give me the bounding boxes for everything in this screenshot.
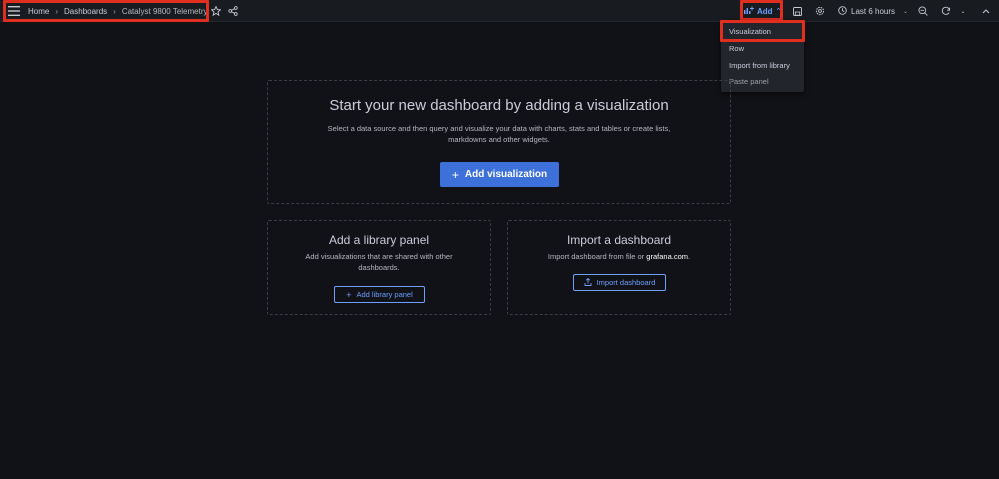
breadcrumb: Home › Dashboards › Catalyst 9800 Teleme… bbox=[28, 0, 208, 22]
breadcrumb-current: Catalyst 9800 Telemetry bbox=[121, 6, 208, 16]
add-library-panel-label: Add library panel bbox=[356, 290, 413, 299]
chevron-right-icon: › bbox=[113, 6, 116, 16]
add-dropdown-menu: Visualization Row Import from library Pa… bbox=[721, 20, 804, 92]
add-button[interactable]: Add ⌃ bbox=[744, 4, 782, 18]
zoom-out-icon[interactable] bbox=[916, 4, 930, 18]
chevron-down-icon: ⌄ bbox=[903, 8, 909, 15]
breadcrumb-home[interactable]: Home bbox=[28, 7, 49, 16]
plus-icon: + bbox=[346, 289, 352, 300]
refresh-interval-chevron-icon[interactable]: ⌄ bbox=[957, 4, 969, 18]
import-dashboard-description: Import dashboard from file or grafana.co… bbox=[547, 252, 691, 261]
grafana-link[interactable]: grafana.com bbox=[646, 252, 688, 261]
empty-dashboard-title: Start your new dashboard by adding a vis… bbox=[329, 97, 669, 114]
time-range-picker[interactable]: Last 6 hours ⌄ bbox=[838, 4, 908, 18]
chevron-right-icon: › bbox=[55, 6, 59, 16]
settings-icon[interactable] bbox=[813, 4, 827, 18]
library-panel-card: Add a library panel Add visualizations t… bbox=[267, 220, 491, 315]
library-panel-description: Add visualizations that are shared with … bbox=[305, 252, 453, 272]
save-icon[interactable] bbox=[790, 4, 804, 18]
menu-item-row[interactable]: Row bbox=[721, 40, 804, 56]
chevron-up-icon: ⌃ bbox=[775, 8, 782, 15]
star-icon[interactable] bbox=[209, 4, 223, 18]
menu-item-import-from-library[interactable]: Import from library bbox=[721, 57, 804, 73]
menu-item-visualization[interactable]: Visualization bbox=[721, 23, 804, 39]
time-range-label: Last 6 hours bbox=[851, 6, 896, 16]
upload-icon bbox=[584, 277, 592, 288]
library-panel-title: Add a library panel bbox=[328, 233, 430, 247]
top-navbar: Home › Dashboards › Catalyst 9800 Teleme… bbox=[0, 0, 999, 22]
import-dashboard-title: Import a dashboard bbox=[566, 233, 672, 247]
clock-icon bbox=[838, 5, 847, 17]
add-library-panel-button[interactable]: + Add library panel bbox=[334, 286, 425, 303]
refresh-icon[interactable] bbox=[939, 4, 953, 18]
add-visualization-label: Add visualization bbox=[464, 169, 548, 180]
import-dashboard-card: Import a dashboard Import dashboard from… bbox=[507, 220, 731, 315]
plus-icon: + bbox=[451, 167, 459, 182]
add-button-label: Add bbox=[757, 6, 773, 16]
add-panel-icon bbox=[744, 6, 754, 16]
menu-item-paste-panel[interactable]: Paste panel bbox=[721, 73, 804, 89]
empty-dashboard-panel: Start your new dashboard by adding a vis… bbox=[267, 80, 731, 204]
share-icon[interactable] bbox=[226, 4, 240, 18]
add-visualization-button[interactable]: + Add visualization bbox=[440, 162, 559, 187]
import-dashboard-label: Import dashboard bbox=[596, 278, 656, 287]
menu-icon[interactable] bbox=[6, 3, 22, 19]
breadcrumb-dashboards[interactable]: Dashboards bbox=[64, 7, 107, 16]
import-dashboard-button[interactable]: Import dashboard bbox=[573, 274, 666, 291]
collapse-icon[interactable] bbox=[979, 4, 993, 18]
empty-dashboard-description: Select a data source and then query and … bbox=[327, 124, 671, 144]
